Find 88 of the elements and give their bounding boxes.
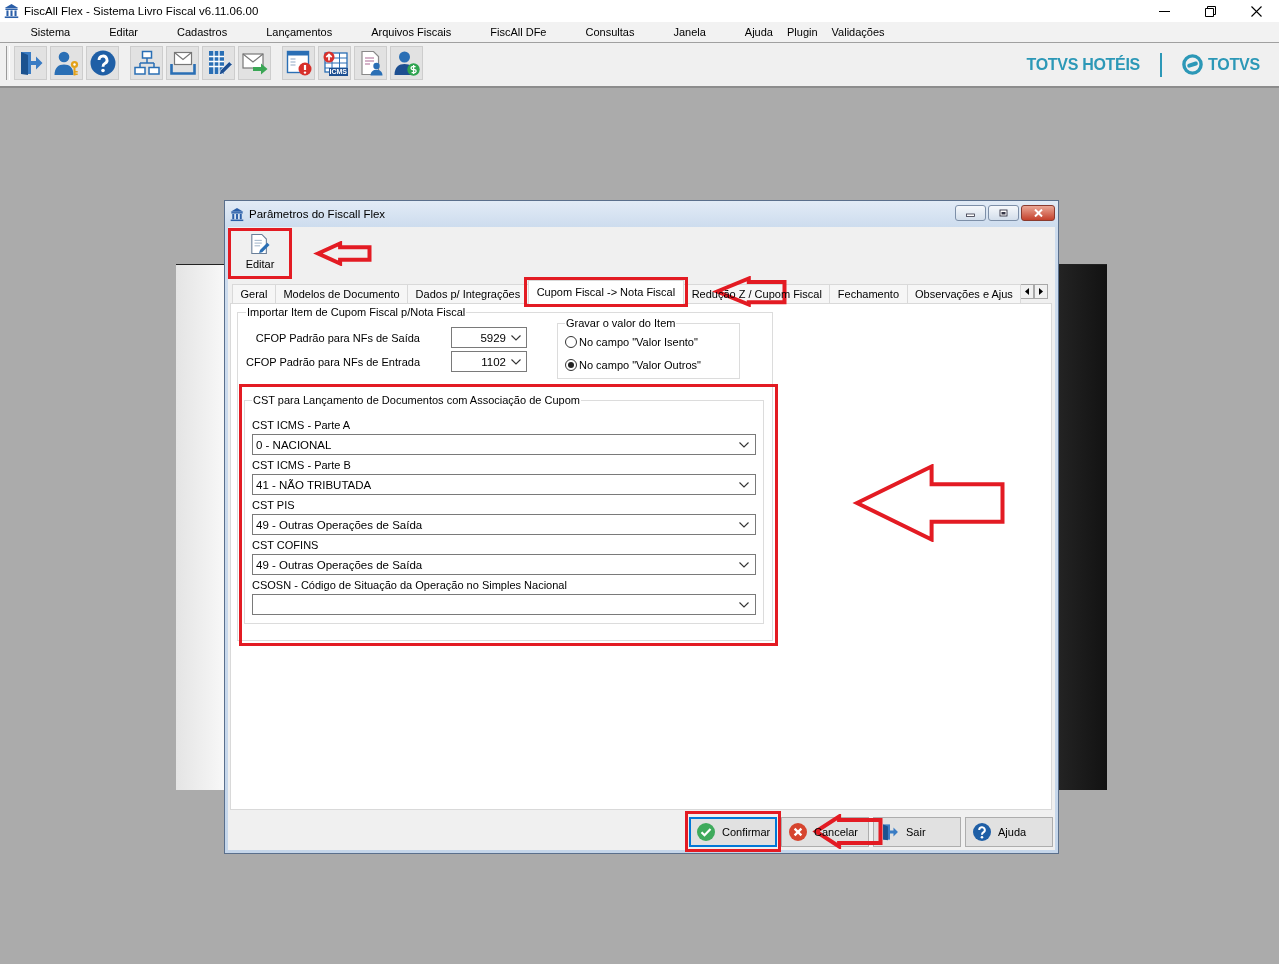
table-upload-icon	[321, 50, 348, 76]
toolbar-button[interactable]	[390, 46, 423, 80]
field-label: CFOP Padrão para NFs de Saída	[254, 331, 420, 344]
toolbar-button[interactable]	[282, 46, 315, 80]
tab[interactable]: Cupom Fiscal -> Nota Fiscal	[527, 280, 685, 304]
check-circle-icon	[697, 823, 715, 841]
field-label: CST PIS	[252, 498, 296, 512]
dropdown-field[interactable]: 1102	[451, 351, 527, 372]
toolbar-button[interactable]	[130, 46, 163, 80]
caret-right-icon	[1039, 288, 1044, 295]
dropdown-field[interactable]: 49 - Outras Operações de Saída	[252, 514, 756, 535]
chevron-down-icon	[739, 561, 749, 568]
group-title: Gravar o valor do Item	[565, 317, 677, 330]
tab[interactable]: Modelos de Documento	[274, 284, 409, 303]
user-key-icon	[53, 50, 80, 76]
toolbar-grip[interactable]	[6, 46, 10, 80]
chevron-down-icon	[739, 521, 749, 528]
field-label: CST ICMS - Parte B	[252, 458, 352, 472]
envelope-arrow-icon	[241, 50, 268, 76]
window-alert-icon	[285, 50, 312, 76]
toolbar-button[interactable]	[202, 46, 235, 80]
document-pencil-icon	[250, 233, 270, 255]
building-icon	[230, 206, 244, 222]
menu-item[interactable]: Cadastros	[157, 22, 247, 42]
menu-item[interactable]: Editar	[89, 22, 158, 42]
scroll-right-button[interactable]	[1034, 284, 1049, 299]
chevron-down-icon	[739, 601, 749, 608]
radio-option[interactable]: No campo "Valor Outros"	[565, 353, 732, 376]
menu-item[interactable]: Lançamentos	[246, 22, 352, 42]
toolbar-button[interactable]	[86, 46, 119, 80]
door-arrow-icon	[881, 823, 899, 841]
brand-name: TOTVS HOTÉIS	[1026, 55, 1140, 74]
org-chart-icon	[133, 50, 160, 76]
arrow-outline-icon	[313, 241, 372, 266]
menu-item[interactable]: Arquivos Fiscais	[351, 22, 471, 42]
menu-item[interactable]: Consultas	[566, 22, 654, 42]
chevron-down-icon	[739, 441, 749, 448]
toolbar-button[interactable]	[354, 46, 387, 80]
building-icon	[4, 3, 19, 19]
menu-item[interactable]: Sistema	[11, 22, 90, 42]
logo-ring-icon	[1181, 54, 1203, 75]
menu-item[interactable]: Janela	[653, 22, 726, 42]
tab[interactable]: Fechamento	[829, 284, 908, 303]
close-icon	[1033, 209, 1043, 217]
close-button[interactable]	[1021, 205, 1055, 221]
dropdown-field[interactable]: 5929	[451, 327, 527, 348]
help-icon	[89, 50, 116, 76]
chevron-down-icon	[511, 334, 521, 341]
help-button[interactable]: Ajuda	[965, 817, 1053, 847]
menu-item[interactable]: Ajuda	[725, 22, 780, 42]
field-label: CST COFINS	[252, 538, 320, 552]
chevron-down-icon	[511, 358, 521, 365]
dialog-title: Parâmetros do Fiscall Flex	[249, 208, 386, 220]
x-circle-icon	[789, 823, 807, 841]
toolbar-button[interactable]	[50, 46, 83, 80]
group-title: Importar Item de Cupom Fiscal p/Nota Fiscal	[246, 306, 467, 319]
dropdown-field[interactable]	[252, 594, 756, 615]
help-icon	[973, 823, 991, 841]
field-label: CST ICMS - Parte A	[252, 418, 352, 432]
dropdown-field[interactable]: 49 - Outras Operações de Saída	[252, 554, 756, 575]
menu-item[interactable]: Validações	[824, 22, 892, 42]
arrow-outline-icon	[852, 464, 1005, 542]
group-title: CST para Lançamento de Documentos com Associação de Cupom	[252, 394, 581, 407]
tab[interactable]: Observações e Ajus	[906, 284, 1022, 303]
edit-button[interactable]: Editar	[232, 232, 288, 275]
caret-left-icon	[1025, 288, 1030, 295]
toolbar-button[interactable]	[14, 46, 47, 80]
restore-icon	[999, 209, 1008, 217]
user-dollar-icon	[393, 50, 420, 76]
chevron-down-icon	[739, 481, 749, 488]
dropdown-field[interactable]: 41 - NÃO TRIBUTADA	[252, 474, 756, 495]
logo-text: TOTVS	[1207, 55, 1260, 74]
menu-item[interactable]: Plugin	[780, 22, 825, 42]
radio-option[interactable]: No campo "Valor Isento"	[565, 330, 732, 353]
minimize-button[interactable]	[955, 205, 986, 221]
restore-icon	[1204, 5, 1216, 17]
envelope-tray-icon	[169, 50, 196, 76]
field-label: CSOSN - Código de Situação da Operação no Simples Nacional	[252, 578, 568, 592]
menu-item[interactable]: FiscAll DFe	[470, 22, 566, 42]
toolbar-button[interactable]	[166, 46, 199, 80]
tab[interactable]: Geral	[232, 284, 276, 303]
close-icon	[1250, 5, 1262, 17]
dropdown-field[interactable]: 0 - NACIONAL	[252, 434, 756, 455]
tab[interactable]: Dados p/ Integrações	[407, 284, 529, 303]
window-title: FiscAll Flex - Sistema Livro Fiscal v6.11.06.00	[24, 5, 259, 17]
field-label: CFOP Padrão para NFs de Entrada	[246, 355, 420, 368]
exit-button[interactable]: Sair	[873, 817, 961, 847]
confirm-button[interactable]: Confirmar	[689, 817, 777, 847]
